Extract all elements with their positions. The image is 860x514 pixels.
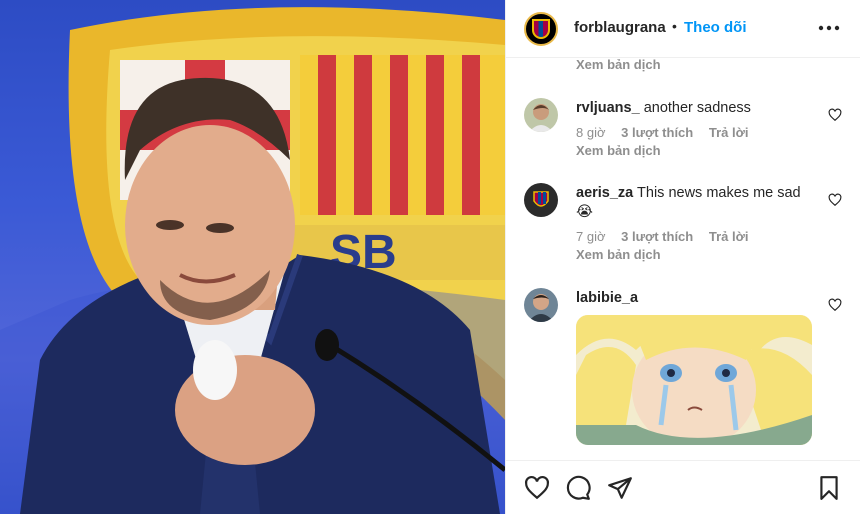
comment-body: another sadness [643, 100, 751, 116]
follow-button[interactable]: Theo dõi [684, 19, 747, 36]
comment-text: aeris_za This news makes me sad 😭 [576, 184, 816, 222]
post-photo: SB [0, 7, 505, 514]
comment-username[interactable]: aeris_za [576, 185, 633, 201]
like-comment-heart-icon[interactable] [828, 193, 842, 207]
comment-icon[interactable] [565, 475, 591, 501]
post-header: forblaugrana • Theo dõi [506, 0, 860, 58]
comment-body: This news makes me sad [637, 185, 801, 201]
more-options-icon[interactable] [818, 16, 840, 39]
comment-time: 8 giờ [576, 125, 606, 140]
commenter-avatar[interactable] [524, 183, 558, 217]
comment-meta: 7 giờ 3 lượt thích Trả lời [576, 229, 760, 244]
comment-likes[interactable]: 3 lượt thích [621, 229, 693, 244]
comment-text: rvljuans_ another sadness [576, 99, 816, 118]
like-comment-heart-icon[interactable] [828, 108, 842, 122]
share-icon[interactable] [607, 475, 633, 501]
post-image[interactable]: SB [0, 0, 505, 514]
account-username[interactable]: forblaugrana [574, 19, 666, 36]
see-translation-link[interactable]: Xem bản dịch [576, 58, 661, 72]
account-avatar[interactable] [524, 12, 558, 46]
crying-emoji: 😭 [576, 204, 593, 220]
comment-username[interactable]: labibie_a [576, 290, 638, 306]
comment-text: labibie_a [576, 289, 816, 308]
heart-icon[interactable] [524, 475, 550, 501]
comment-gif[interactable] [576, 315, 812, 445]
reply-button[interactable]: Trả lời [709, 125, 749, 140]
commenter-avatar[interactable] [524, 98, 558, 132]
comments-list[interactable]: Xem bản dịch rvljuans_ another sadness 8… [506, 58, 860, 460]
comment-time: 7 giờ [576, 229, 606, 244]
comment-meta: 8 giờ 3 lượt thích Trả lời [576, 125, 760, 140]
reply-button[interactable]: Trả lời [709, 229, 749, 244]
crying-anime-gif [576, 315, 812, 445]
comment-likes[interactable]: 3 lượt thích [621, 125, 693, 140]
comment-username[interactable]: rvljuans_ [576, 100, 640, 116]
like-comment-heart-icon[interactable] [828, 298, 842, 312]
see-translation-link[interactable]: Xem bản dịch [576, 247, 661, 262]
comments-panel: forblaugrana • Theo dõi Xem bản dịch rvl… [505, 0, 860, 514]
see-translation-link[interactable]: Xem bản dịch [576, 143, 661, 158]
commenter-avatar[interactable] [524, 288, 558, 322]
separator-dot: • [672, 18, 677, 34]
post-actions [506, 460, 860, 514]
barca-crest-icon [532, 19, 550, 39]
bookmark-icon[interactable] [816, 475, 842, 501]
